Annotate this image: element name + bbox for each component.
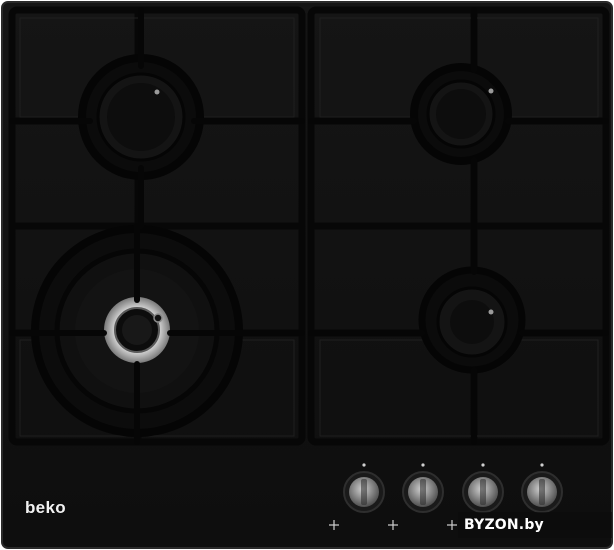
gas-hob-image <box>1 1 613 549</box>
front-right-burner <box>418 266 526 374</box>
site-watermark: BYZON.by <box>464 517 544 533</box>
brand-logo: beko <box>25 498 66 517</box>
rear-right-burner <box>410 63 512 165</box>
rear-left-burner <box>78 54 204 180</box>
